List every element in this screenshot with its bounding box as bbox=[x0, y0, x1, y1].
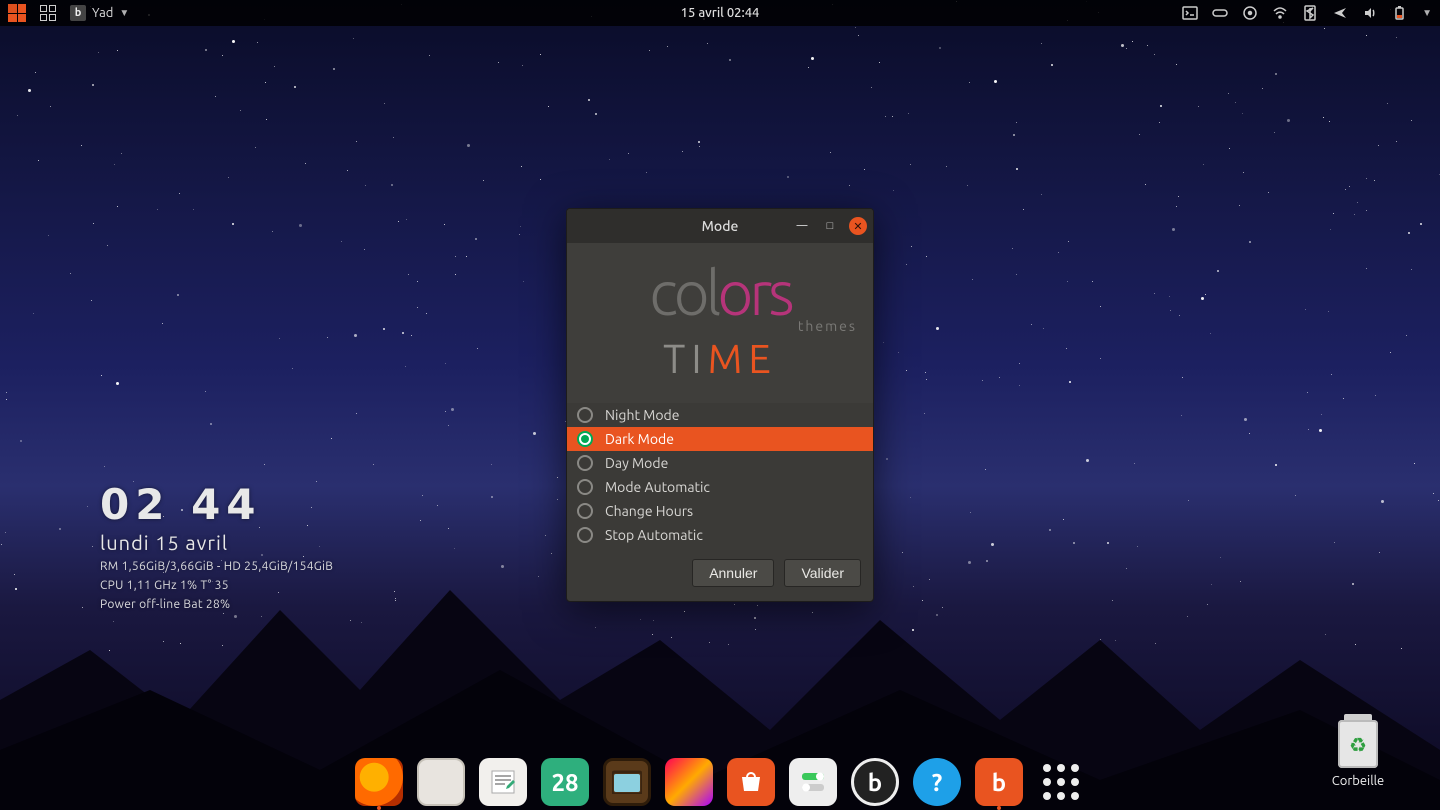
mode-option-1[interactable]: Dark Mode bbox=[567, 427, 873, 451]
calendar-day: 28 bbox=[551, 769, 578, 796]
minimize-button[interactable]: — bbox=[793, 217, 811, 235]
dock-files[interactable] bbox=[417, 758, 465, 806]
conky-cpu: CPU 1,11 GHz 1% T° 35 bbox=[100, 579, 333, 592]
dock-wallpaper[interactable] bbox=[665, 758, 713, 806]
mode-option-5[interactable]: Stop Automatic bbox=[567, 523, 873, 547]
mode-option-0[interactable]: Night Mode bbox=[567, 403, 873, 427]
trash-bin-icon: ♻ bbox=[1338, 720, 1378, 768]
hero-ors: ors bbox=[717, 257, 790, 327]
active-app-name: Yad bbox=[92, 6, 113, 20]
wifi-icon[interactable] bbox=[1272, 5, 1288, 21]
dock-help[interactable]: ? bbox=[913, 758, 961, 806]
hero-col: col bbox=[649, 257, 717, 327]
mode-options-list: Night Mode Dark Mode Day Mode Mode Automati… bbox=[567, 403, 873, 547]
cancel-button[interactable]: Annuler bbox=[692, 559, 774, 587]
mode-option-2[interactable]: Day Mode bbox=[567, 451, 873, 475]
location-icon[interactable] bbox=[1242, 5, 1258, 21]
hero-ti: TI bbox=[663, 336, 707, 381]
app-b-icon: b bbox=[70, 5, 86, 21]
mode-option-label: Night Mode bbox=[605, 407, 679, 423]
dock-software[interactable] bbox=[727, 758, 775, 806]
mode-option-label: Mode Automatic bbox=[605, 479, 710, 495]
dock: 28 b ? b bbox=[341, 752, 1099, 810]
trash-label: Corbeille bbox=[1310, 774, 1406, 788]
maximize-button[interactable]: □ bbox=[821, 217, 839, 235]
terminal-icon[interactable] bbox=[1182, 5, 1198, 21]
mode-option-3[interactable]: Mode Automatic bbox=[567, 475, 873, 499]
hero-me: ME bbox=[708, 336, 777, 381]
mode-option-label: Dark Mode bbox=[605, 431, 674, 447]
mode-option-label: Day Mode bbox=[605, 455, 668, 471]
chevron-down-icon: ▼ bbox=[119, 7, 129, 19]
ok-button[interactable]: Valider bbox=[784, 559, 861, 587]
volume-icon[interactable] bbox=[1362, 5, 1378, 21]
radio-icon bbox=[577, 527, 593, 543]
dock-calendar[interactable]: 28 bbox=[541, 758, 589, 806]
conky-ram: RM 1,56GiB/3,66GiB - HD 25,4GiB/154GiB bbox=[100, 560, 333, 573]
conky-time: 02 44 bbox=[100, 480, 333, 529]
system-menu-chevron-icon[interactable]: ▼ bbox=[1422, 7, 1432, 19]
dock-app-grid[interactable] bbox=[1037, 758, 1085, 806]
active-app-indicator[interactable]: b Yad ▼ bbox=[70, 5, 129, 21]
dock-b-app[interactable]: b bbox=[851, 758, 899, 806]
battery-icon[interactable] bbox=[1392, 5, 1408, 21]
dialog-titlebar[interactable]: Mode — □ ✕ bbox=[567, 209, 873, 243]
radio-icon bbox=[577, 431, 593, 447]
dock-text-editor[interactable] bbox=[479, 758, 527, 806]
dialog-title: Mode bbox=[702, 218, 739, 234]
mode-option-4[interactable]: Change Hours bbox=[567, 499, 873, 523]
conky-power: Power off-line Bat 28% bbox=[100, 598, 333, 611]
radio-icon bbox=[577, 407, 593, 423]
conky-date: lundi 15 avril bbox=[100, 531, 333, 554]
mode-option-label: Change Hours bbox=[605, 503, 693, 519]
controller-icon[interactable] bbox=[1212, 5, 1228, 21]
dock-media[interactable] bbox=[603, 758, 651, 806]
hero-themes: themes bbox=[798, 318, 857, 334]
panel-datetime[interactable]: 15 avril 02:44 bbox=[681, 6, 760, 20]
radio-icon bbox=[577, 455, 593, 471]
dock-b-orange[interactable]: b bbox=[975, 758, 1023, 806]
radio-icon bbox=[577, 479, 593, 495]
conky-widget: 02 44 lundi 15 avril RM 1,56GiB/3,66GiB … bbox=[100, 480, 333, 611]
dialog-hero: colors themes TIME bbox=[567, 243, 873, 403]
top-panel: b Yad ▼ 15 avril 02:44 ▼ bbox=[0, 0, 1440, 26]
activities-icon[interactable] bbox=[40, 5, 56, 21]
airplane-icon[interactable] bbox=[1332, 5, 1348, 21]
trash-desktop-icon[interactable]: ♻ Corbeille bbox=[1310, 720, 1406, 788]
mode-dialog: Mode — □ ✕ colors themes TIME Night Mode… bbox=[566, 208, 874, 602]
radio-icon bbox=[577, 503, 593, 519]
bluetooth-icon[interactable] bbox=[1302, 5, 1318, 21]
distro-logo-icon[interactable] bbox=[8, 4, 26, 22]
dock-firefox[interactable] bbox=[355, 758, 403, 806]
close-button[interactable]: ✕ bbox=[849, 217, 867, 235]
dock-tweaks[interactable] bbox=[789, 758, 837, 806]
mode-option-label: Stop Automatic bbox=[605, 527, 703, 543]
